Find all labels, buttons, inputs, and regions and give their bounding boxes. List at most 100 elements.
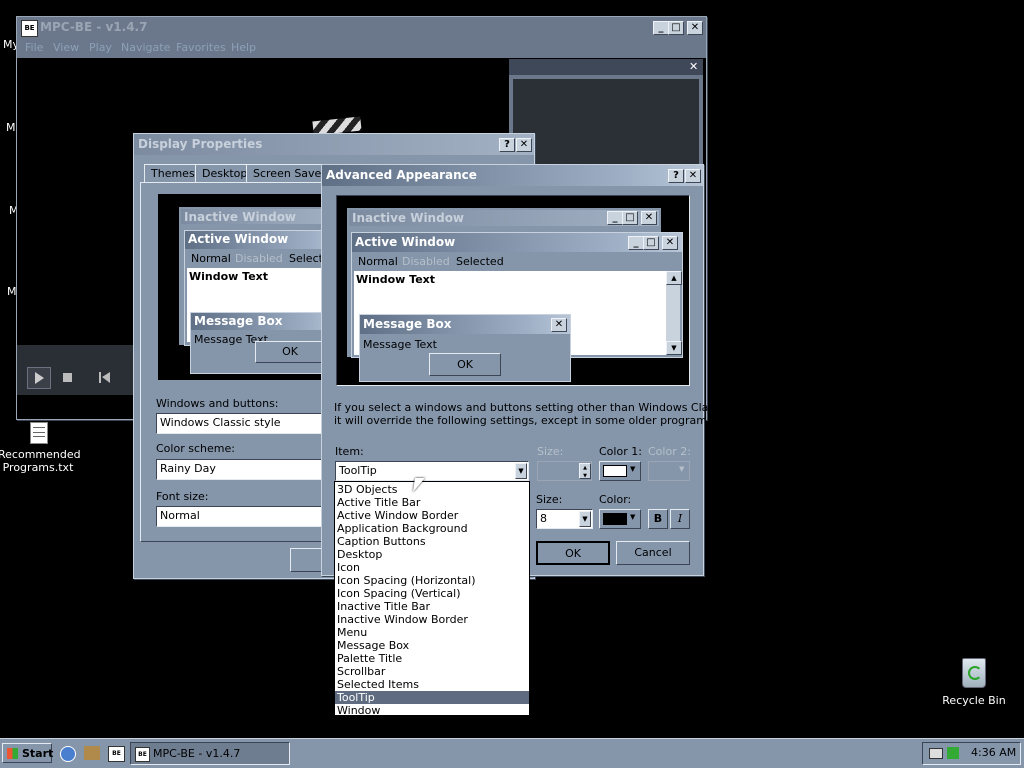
windows-and-buttons-dropdown[interactable]: Windows Classic style bbox=[156, 413, 326, 434]
item-dropdown[interactable]: ToolTip bbox=[335, 461, 529, 481]
preview-inactive-window-title: Inactive Window bbox=[179, 207, 322, 226]
mouse-cursor-icon bbox=[413, 478, 425, 492]
font-color-swatch bbox=[603, 513, 627, 525]
play-button[interactable] bbox=[27, 367, 51, 389]
list-item[interactable]: Active Window Border bbox=[335, 509, 529, 522]
taskbar: Start BE BE MPC-BE - v1.4.7 4:36 AM bbox=[0, 738, 1024, 768]
font-size-label: Font size: bbox=[156, 490, 209, 503]
text-file-icon bbox=[30, 422, 48, 444]
color-scheme-label: Color scheme: bbox=[156, 442, 235, 455]
stop-button[interactable] bbox=[63, 373, 72, 382]
desktop-icon-label: Recommended Programs.txt bbox=[0, 448, 81, 474]
advanced-appearance-title-bar[interactable]: Advanced Appearance ? ✕ bbox=[322, 165, 703, 186]
desktop-icon-recycle-bin[interactable]: Recycle Bin bbox=[934, 656, 1014, 712]
preview-active-window-title: Active Window bbox=[185, 231, 322, 249]
font-color-picker[interactable]: ▼ bbox=[599, 509, 641, 529]
item-label: Item: bbox=[335, 445, 364, 458]
color1-picker[interactable]: ▼ bbox=[599, 461, 641, 481]
network-icon[interactable] bbox=[947, 747, 959, 759]
list-item[interactable]: Icon bbox=[335, 561, 529, 574]
preview-message-box: Message Box Message Text OK bbox=[190, 312, 322, 374]
preview-menu-selected: Selected bbox=[456, 255, 504, 268]
windows-and-buttons-label: Windows and buttons: bbox=[156, 397, 279, 410]
list-item[interactable]: Caption Buttons bbox=[335, 535, 529, 548]
help-icon[interactable]: ? bbox=[668, 169, 684, 183]
menu-file[interactable]: File bbox=[25, 41, 43, 54]
keyboard-icon[interactable] bbox=[929, 748, 943, 759]
minimize-icon: _ bbox=[628, 236, 644, 250]
preview-menu-disabled: Disabled bbox=[235, 252, 283, 265]
menu-view[interactable]: View bbox=[53, 41, 79, 54]
list-item[interactable]: Desktop bbox=[335, 548, 529, 561]
play-icon bbox=[35, 372, 44, 384]
maximize-icon: □ bbox=[622, 211, 638, 225]
list-item-selected[interactable]: ToolTip bbox=[335, 691, 529, 704]
close-icon[interactable]: ✕ bbox=[685, 169, 701, 183]
preview-menu-selected: Selecte bbox=[289, 252, 322, 265]
close-icon: ✕ bbox=[662, 236, 678, 250]
size-spinner: ▲ ▼ bbox=[537, 461, 592, 481]
mpc-app-icon: BE bbox=[135, 747, 150, 762]
start-button[interactable]: Start bbox=[2, 743, 53, 763]
list-item[interactable]: Window bbox=[335, 704, 529, 717]
color-scheme-dropdown[interactable]: Rainy Day bbox=[156, 459, 326, 480]
taskbar-task-mpc-be[interactable]: BE MPC-BE - v1.4.7 bbox=[130, 742, 290, 765]
mpc-menu-bar: File View Play Navigate Favorites Help bbox=[17, 38, 706, 58]
quick-launch-ie-icon[interactable] bbox=[60, 746, 76, 762]
info-text-line2: it will override the following settings,… bbox=[334, 414, 717, 427]
preview-window-text: Window Text bbox=[356, 273, 436, 286]
preview-ok-button: OK bbox=[429, 353, 501, 376]
menu-help[interactable]: Help bbox=[231, 41, 256, 54]
list-item[interactable]: Palette Title bbox=[335, 652, 529, 665]
list-item[interactable]: Selected Items bbox=[335, 678, 529, 691]
quick-launch-mpc-icon[interactable]: BE bbox=[108, 746, 125, 762]
menu-play[interactable]: Play bbox=[89, 41, 112, 54]
list-item[interactable]: Scrollbar bbox=[335, 665, 529, 678]
chevron-down-icon: ▼ bbox=[630, 513, 636, 521]
cancel-button[interactable]: Cancel bbox=[616, 541, 690, 565]
advanced-appearance-title: Advanced Appearance bbox=[326, 168, 477, 182]
close-icon: ✕ bbox=[551, 318, 567, 332]
preview-active-window-title: Active Window _ □ ✕ bbox=[352, 233, 682, 252]
close-icon[interactable]: ✕ bbox=[516, 138, 532, 152]
bold-button[interactable]: B bbox=[648, 509, 668, 529]
color2-picker: ▼ bbox=[648, 461, 690, 481]
list-item[interactable]: Message Box bbox=[335, 639, 529, 652]
list-item[interactable]: Application Background bbox=[335, 522, 529, 535]
maximize-icon[interactable]: □ bbox=[668, 21, 684, 35]
chevron-down-icon[interactable]: ▼ bbox=[579, 511, 591, 527]
preview-inactive-window-title: Inactive Window _ □ ✕ bbox=[347, 208, 661, 228]
list-item[interactable]: Menu bbox=[335, 626, 529, 639]
display-properties-title-bar[interactable]: Display Properties ? ✕ bbox=[134, 134, 534, 155]
tab-screen-saver[interactable]: Screen Saver bbox=[246, 164, 333, 182]
skip-back-icon bbox=[99, 372, 101, 383]
list-item[interactable]: Icon Spacing (Horizontal) bbox=[335, 574, 529, 587]
mpc-title-bar[interactable]: BE MPC-BE - v1.4.7 _ □ ✕ bbox=[17, 17, 706, 38]
italic-button[interactable]: I bbox=[670, 509, 690, 529]
list-item[interactable]: Inactive Title Bar bbox=[335, 600, 529, 613]
list-item[interactable]: 3D Objects bbox=[335, 483, 529, 496]
help-icon[interactable]: ? bbox=[499, 138, 515, 152]
menu-favorites[interactable]: Favorites bbox=[176, 41, 226, 54]
scroll-down-icon: ▼ bbox=[666, 341, 682, 355]
close-icon[interactable]: ✕ bbox=[687, 21, 703, 35]
list-item[interactable]: Icon Spacing (Vertical) bbox=[335, 587, 529, 600]
chevron-down-icon: ▼ bbox=[630, 465, 636, 473]
font-size-dropdown[interactable]: Normal bbox=[156, 506, 326, 527]
color2-label: Color 2: bbox=[648, 445, 691, 458]
previous-button[interactable] bbox=[99, 372, 111, 383]
ok-button[interactable]: OK bbox=[536, 541, 610, 565]
mpc-app-icon: BE bbox=[21, 20, 38, 37]
chevron-down-icon: ▼ bbox=[679, 465, 685, 473]
menu-navigate[interactable]: Navigate bbox=[121, 41, 170, 54]
tab-themes[interactable]: Themes bbox=[144, 164, 202, 182]
preview-ok-button: OK bbox=[255, 341, 322, 363]
quick-launch-app-icon[interactable] bbox=[84, 746, 100, 760]
desktop-icon-recommended-programs[interactable]: Recommended Programs.txt bbox=[0, 420, 81, 480]
list-item[interactable]: Inactive Window Border bbox=[335, 613, 529, 626]
chevron-down-icon[interactable]: ▼ bbox=[515, 463, 527, 479]
close-icon[interactable]: ✕ bbox=[689, 60, 698, 73]
clock[interactable]: 4:36 AM bbox=[971, 746, 1016, 759]
list-item[interactable]: Active Title Bar bbox=[335, 496, 529, 509]
minimize-icon[interactable]: _ bbox=[653, 21, 669, 35]
